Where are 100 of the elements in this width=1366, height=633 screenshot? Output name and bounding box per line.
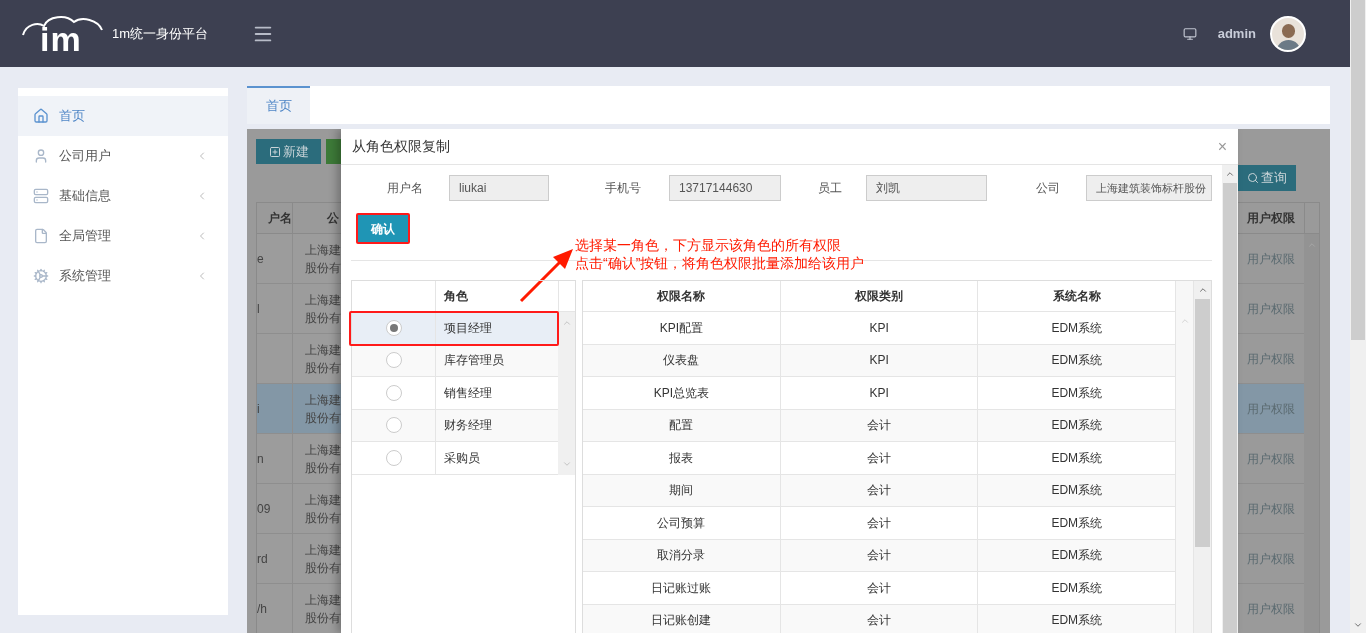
scrollbar[interactable] [1304, 234, 1319, 633]
table-cell: 会计 [780, 539, 979, 571]
column-header: 户名 [257, 203, 293, 233]
input-field[interactable]: 上海建筑装饰标杆股份 [1086, 175, 1212, 201]
table-cell-text: 上海建 [305, 291, 341, 309]
page-scrollbar[interactable] [1350, 0, 1366, 633]
table-row[interactable]: 库存管理员 [352, 344, 559, 377]
table-cell: 会计 [780, 604, 979, 633]
menu-item-icon [33, 108, 49, 124]
logo: im [22, 13, 104, 54]
plus-icon [268, 145, 281, 158]
column-header: 权限类别 [780, 281, 979, 311]
table-row[interactable]: /h 上海建 股份有 [257, 584, 341, 633]
table-cell-text: 股份有 [305, 359, 341, 377]
table-cell: 日记账过账 [583, 572, 781, 604]
scroll-up-icon[interactable] [1179, 316, 1190, 326]
table-cell-text: 股份有 [305, 609, 341, 627]
confirm-button[interactable]: 确认 [356, 213, 410, 244]
table-row[interactable]: 上海建 股份有 [257, 334, 341, 384]
table-row[interactable]: 09 上海建 股份有 [257, 484, 341, 534]
table-cell-text: 股份有 [305, 509, 341, 527]
menu-item-icon [33, 228, 49, 244]
table-row[interactable]: 销售经理 [352, 377, 559, 410]
table-cell-text: 上海建 [305, 541, 341, 559]
table-cell: 会计 [780, 474, 979, 506]
table-cell-text: 上海建 [305, 591, 341, 609]
table-row[interactable]: rd 上海建 股份有 [257, 534, 341, 584]
table-cell: KPI总览表 [583, 377, 781, 409]
radio-button[interactable] [385, 319, 402, 336]
table-row[interactable]: 财务经理 [352, 409, 559, 442]
table-row[interactable]: n 上海建 股份有 [257, 434, 341, 484]
sidebar-item[interactable]: 全局管理 [18, 216, 228, 256]
sidebar-item[interactable]: 首页 [18, 96, 228, 136]
user-name[interactable]: admin [1217, 23, 1256, 44]
table-cell: KPI配置 [583, 312, 781, 344]
table-cell-text: 股份有 [305, 559, 341, 577]
column-header: 公 [326, 210, 340, 227]
column-header: 角色 [436, 281, 559, 311]
radio-button[interactable] [385, 449, 402, 466]
app-title: 1m统一身份平台 [112, 24, 209, 43]
radio-button[interactable] [385, 384, 402, 401]
table-cell-text: 上海建 [305, 491, 341, 509]
table-row[interactable]: l 上海建 股份有 [257, 284, 341, 334]
scroll-down-icon[interactable] [1353, 620, 1363, 630]
search-button[interactable]: 查询 [1238, 165, 1296, 191]
table-row[interactable]: i 上海建 股份有 [257, 384, 341, 434]
table-row[interactable]: 采购员 [352, 442, 559, 475]
monitor-icon[interactable] [1182, 26, 1197, 41]
table-cell-text: 上海建 [305, 241, 341, 259]
scroll-up-icon[interactable] [1225, 169, 1235, 179]
scrollbar[interactable] [558, 312, 575, 475]
input-field[interactable]: 刘凯 [866, 175, 987, 201]
menu-item-icon [33, 188, 49, 204]
table-cell-text: 股份有 [305, 309, 341, 327]
menu-item-icon [33, 148, 49, 164]
scrollbar[interactable] [1194, 281, 1211, 633]
table-cell: 仪表盘 [583, 344, 781, 376]
table-cell-text: 销售经理 [443, 384, 492, 402]
table-cell-text: 采购员 [443, 449, 480, 467]
table-cell-text: 上海建 [305, 341, 341, 359]
table-row[interactable]: 项目经理 [352, 312, 559, 345]
table-cell-text: 股份有 [305, 259, 341, 277]
menu-item-icon [33, 268, 49, 284]
radio-button[interactable] [385, 417, 402, 434]
close-button[interactable]: × [1217, 138, 1227, 155]
table-cell: 会计 [780, 572, 979, 604]
sidebar-item[interactable]: 系统管理 [18, 256, 228, 296]
table-cell: 期间 [583, 474, 781, 506]
new-button[interactable]: 新建 [256, 139, 321, 164]
input-field[interactable]: liukai [449, 175, 549, 201]
table-cell-text: l [257, 300, 260, 318]
scroll-down-icon[interactable] [561, 459, 572, 469]
search-icon [1247, 172, 1259, 184]
scrollbar[interactable] [1222, 165, 1238, 633]
scroll-up-icon[interactable] [561, 318, 572, 328]
table-cell-text: 09 [257, 500, 271, 518]
button[interactable] [326, 139, 341, 164]
column-header: 权限名称 [583, 281, 781, 311]
sidebar-item[interactable]: 公司用户 [18, 136, 228, 176]
field-label: 公司 [1035, 180, 1060, 197]
table-cell-text: 股份有 [305, 409, 341, 427]
scroll-up-icon[interactable] [1197, 285, 1208, 295]
table-row[interactable]: e 上海建 股份有 [257, 234, 341, 284]
table-cell-text: 上海建 [305, 391, 341, 409]
table-cell: KPI [780, 312, 979, 344]
table-cell: 取消分录 [583, 539, 781, 571]
radio-button[interactable] [385, 352, 402, 369]
tab[interactable]: 首页 [247, 86, 310, 124]
table-cell: 报表 [583, 442, 781, 474]
annotation-arrow [519, 247, 575, 303]
avatar[interactable] [1270, 15, 1306, 52]
table-cell: 会计 [780, 442, 979, 474]
table-cell-text: i [257, 400, 260, 418]
field-label: 员工 [817, 180, 842, 197]
scrollbar[interactable] [1176, 281, 1195, 633]
table-cell-text: 库存管理员 [443, 352, 504, 370]
table-cell: KPI [780, 377, 979, 409]
annotation-text: 选择某一角色，下方显示该角色的所有权限 点击“确认”按钮，将角色权限批量添加给该用户 [575, 236, 865, 272]
input-field[interactable]: 13717144630 [669, 175, 781, 201]
sidebar-item[interactable]: 基础信息 [18, 176, 228, 216]
